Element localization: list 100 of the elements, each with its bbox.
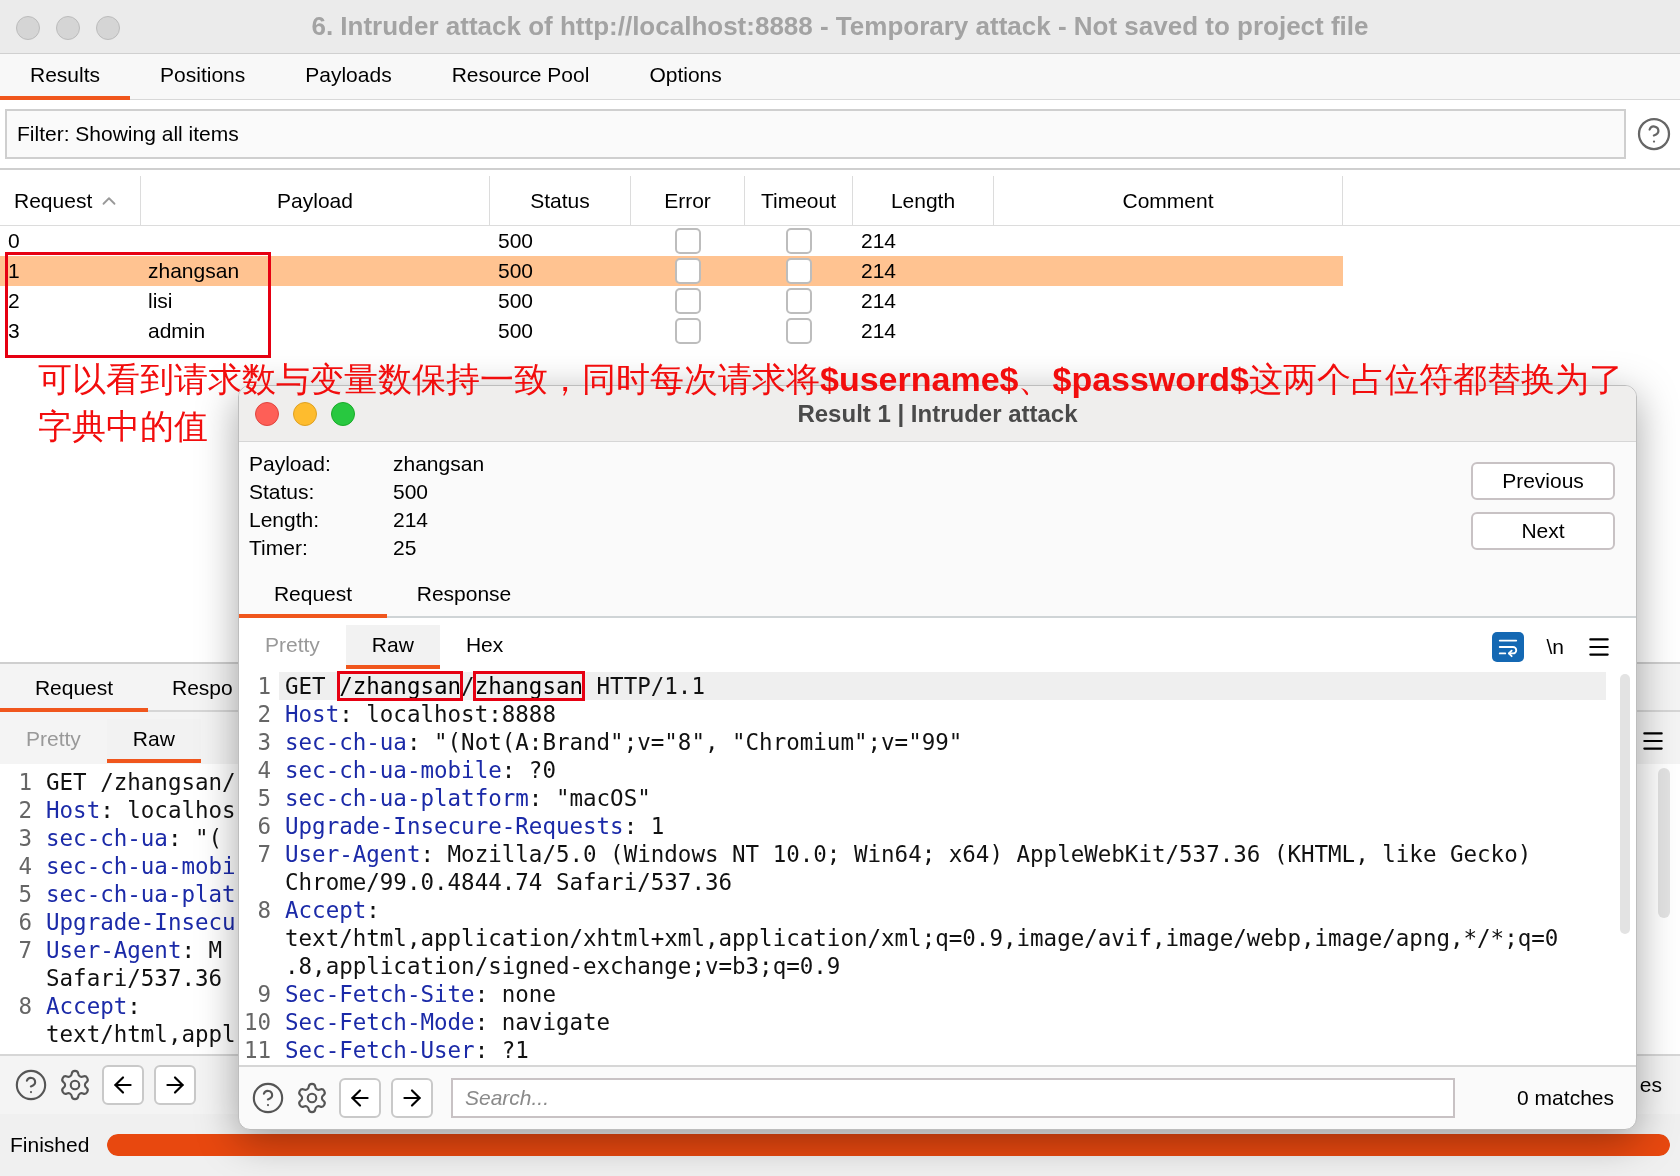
table-row[interactable]: 2 lisi 500 214 (0, 286, 1343, 316)
line-number: 2 (257, 700, 271, 728)
line-number: 5 (257, 784, 271, 812)
checkbox[interactable] (786, 228, 812, 254)
line-number: 3 (257, 728, 271, 756)
settings-icon[interactable] (58, 1068, 92, 1102)
back-button[interactable] (102, 1065, 144, 1105)
code-line: sec-ch-ua: "(Not(A:Brand";v="8", "Chromium";v="99" (284, 728, 963, 756)
column-header[interactable]: Payload (141, 176, 490, 226)
line-number: 7 (18, 936, 32, 964)
checkbox[interactable] (675, 288, 701, 314)
code-line: Host: localhos (45, 796, 236, 824)
line-number: 10 (243, 1008, 271, 1036)
dialog-title: Result 1 | Intruder attack (797, 398, 1078, 429)
table-cell: 0 (8, 229, 20, 253)
tab[interactable]: Positions (130, 54, 276, 100)
code-line: Accept: (284, 896, 380, 924)
table-cell: 500 (498, 259, 534, 283)
table-row[interactable]: 0 500 214 (0, 226, 1343, 256)
line-number: 5 (18, 880, 32, 908)
line-number: 7 (257, 840, 271, 868)
nav-button[interactable]: Next (1471, 512, 1615, 550)
line-number: 2 (18, 796, 32, 824)
table-cell: 214 (861, 259, 897, 283)
line-number: 6 (18, 908, 32, 936)
view-tab[interactable]: Raw (345, 625, 440, 669)
checkbox[interactable] (786, 318, 812, 344)
code-line: Upgrade-Insecure-Requests: 1 (284, 812, 665, 840)
table-cell: 1 (8, 259, 20, 283)
forward-button[interactable] (154, 1065, 196, 1105)
line-number: 3 (18, 824, 32, 852)
checkbox[interactable] (786, 258, 812, 284)
view-tab[interactable]: Hex (439, 625, 530, 669)
zoom-button[interactable] (331, 402, 355, 426)
help-icon[interactable] (1636, 116, 1672, 152)
table-cell: admin (148, 319, 206, 343)
checkbox[interactable] (675, 258, 701, 284)
match-count: es (1639, 1072, 1663, 1099)
tab[interactable]: Response (387, 574, 541, 618)
table-cell: 3 (8, 319, 20, 343)
word-wrap-toggle[interactable] (1492, 632, 1525, 662)
tab[interactable]: Respo (148, 668, 232, 712)
close-button[interactable] (255, 402, 279, 426)
annotation-text: 字典中的值 (38, 406, 208, 447)
tab[interactable]: Resource Pool (421, 54, 620, 100)
nav-button[interactable]: Previous (1471, 462, 1615, 500)
field-label: Payload: (249, 451, 332, 478)
column-header[interactable]: Status (490, 176, 631, 226)
code-line: sec-ch-ua-platform: "macOS" (284, 784, 651, 812)
code-line: GET /zhangsan/ (45, 768, 236, 796)
code-line: User-Agent: Mozilla/5.0 (Windows NT 10.0; Win64; x64) AppleWebKit/537.36 (KHTML, like Gecko) (284, 840, 1532, 868)
filter-bar[interactable]: Filter: Showing all items (5, 109, 1626, 159)
line-number: 11 (243, 1036, 271, 1064)
table-row[interactable]: 3 admin 500 214 (0, 316, 1343, 346)
code-line: Sec-Fetch-Mode: navigate (284, 1008, 611, 1036)
table-cell: 500 (498, 289, 534, 313)
column-header[interactable]: Request (0, 176, 141, 226)
code-line: User-Agent: M (45, 936, 223, 964)
table-cell: 214 (861, 289, 897, 313)
line-number: 8 (18, 992, 32, 1020)
code-line: sec-ch-ua-plat (45, 880, 236, 908)
code-line: sec-ch-ua-mobi (45, 852, 236, 880)
table-cell: 500 (498, 319, 534, 343)
column-header[interactable]: Comment (994, 176, 1343, 226)
column-header[interactable]: Error (631, 176, 745, 226)
line-number: 8 (257, 896, 271, 924)
column-header[interactable]: Length (853, 176, 994, 226)
tab[interactable]: Options (619, 54, 752, 100)
table-cell: 214 (861, 319, 897, 343)
field-value: 500 (393, 479, 429, 506)
code-line: Upgrade-Insecu (45, 908, 236, 936)
newline-toggle[interactable]: \n (1546, 631, 1564, 663)
line-number: 4 (257, 756, 271, 784)
field-value: 214 (393, 507, 429, 534)
checkbox[interactable] (675, 318, 701, 344)
table-row[interactable]: 1 zhangsan 500 214 (0, 256, 1343, 286)
table-cell: 500 (498, 229, 534, 253)
field-label: Status: (249, 479, 316, 506)
code-line: Host: localhost:8888 (284, 700, 556, 728)
table-cell: 214 (861, 229, 897, 253)
status-text: Finished (10, 1132, 90, 1159)
help-icon[interactable] (251, 1081, 285, 1115)
back-button[interactable] (339, 1078, 381, 1118)
code-line: sec-ch-ua: "( (45, 824, 223, 852)
window-title: 6. Intruder attack of http://localhost:8888 - Temporary attack - Not saved to project file (311, 10, 1369, 43)
search-field[interactable]: Search... (451, 1078, 1455, 1118)
help-icon[interactable] (14, 1068, 48, 1102)
column-header[interactable]: Timeout (745, 176, 853, 226)
tab[interactable]: Request (0, 668, 148, 712)
code-line: text/html,appl (45, 1020, 236, 1048)
line-number: 9 (257, 980, 271, 1008)
settings-icon[interactable] (295, 1081, 329, 1115)
checkbox[interactable] (786, 288, 812, 314)
tab[interactable]: Payloads (275, 54, 422, 100)
minimize-button[interactable] (293, 402, 317, 426)
field-value: zhangsan (393, 451, 485, 478)
checkbox[interactable] (675, 228, 701, 254)
field-value: 25 (393, 535, 417, 562)
forward-button[interactable] (391, 1078, 433, 1118)
line-number: 1 (257, 672, 271, 700)
